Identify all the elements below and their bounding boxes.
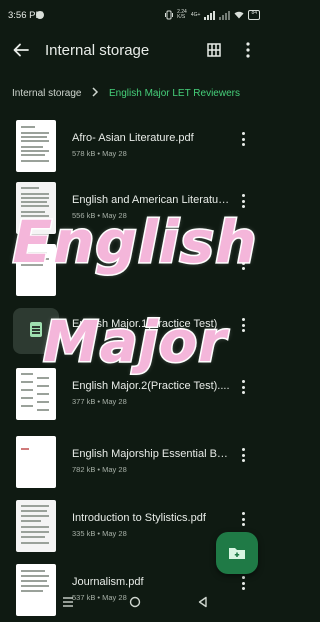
pdf-thumbnail	[16, 182, 56, 234]
status-icons: 2.24 K/S 4G+ 84	[165, 9, 260, 21]
file-meta: 335 kB • May 28	[72, 529, 127, 538]
file-name: English Major.1(Practice Test)	[72, 318, 218, 330]
file-name: English and American Literatur...	[72, 194, 230, 206]
page-title: Internal storage	[45, 42, 150, 59]
back-triangle-icon[interactable]	[197, 596, 209, 608]
notification-icon	[36, 11, 44, 19]
create-folder-icon	[229, 548, 245, 559]
signal-icon-2	[219, 10, 231, 20]
pdf-thumbnail	[16, 244, 56, 296]
more-vert-icon[interactable]	[240, 132, 246, 148]
file-row[interactable]: English Major.2(Practice Test).... 377 k…	[0, 364, 270, 426]
create-folder-button[interactable]	[216, 532, 258, 574]
pdf-thumbnail	[16, 500, 56, 552]
file-name: English Major.2(Practice Test)....	[72, 380, 230, 392]
pdf-thumbnail	[16, 436, 56, 488]
file-row[interactable]: English and American Literatur... 556 kB…	[0, 178, 270, 240]
grid-view-icon[interactable]	[207, 43, 221, 57]
file-row[interactable]: Afro- Asian Literature.pdf 578 kB • May …	[0, 116, 270, 178]
file-name: Afro- Asian Literature.pdf	[72, 132, 194, 144]
more-vert-icon[interactable]	[240, 448, 246, 464]
breadcrumb: Internal storage English Major LET Revie…	[12, 82, 262, 104]
more-vert-icon[interactable]	[245, 42, 251, 58]
file-name: Introduction to Stylistics.pdf	[72, 512, 206, 524]
pdf-thumbnail	[16, 120, 56, 172]
file-meta: 578 kB • May 28	[72, 149, 127, 158]
pdf-thumbnail	[16, 368, 56, 420]
file-row[interactable]	[0, 240, 270, 302]
arrow-left-icon[interactable]	[12, 41, 30, 59]
app-bar: Internal storage	[0, 28, 270, 72]
breadcrumb-root[interactable]: Internal storage	[12, 88, 82, 99]
file-row[interactable]: English Major.1(Practice Test)	[0, 302, 270, 364]
system-nav-bar	[0, 588, 270, 616]
home-icon[interactable]	[129, 596, 141, 608]
breadcrumb-current[interactable]: English Major LET Reviewers	[109, 88, 240, 99]
wifi-icon	[234, 11, 244, 19]
recents-icon[interactable]	[62, 596, 74, 608]
vibrate-icon	[165, 10, 174, 20]
file-meta: 556 kB • May 28	[72, 211, 127, 220]
signal-icon	[204, 10, 216, 20]
more-vert-icon[interactable]	[240, 512, 246, 528]
file-name: English Majorship Essential Bul...	[72, 448, 230, 460]
more-vert-icon[interactable]	[240, 380, 246, 396]
status-bar: 3:56 PM 2.24 K/S 4G+ 84	[0, 0, 270, 28]
net-speed-unit: K/S	[177, 14, 186, 20]
file-meta: 782 kB • May 28	[72, 465, 127, 474]
more-vert-icon[interactable]	[240, 194, 246, 210]
more-vert-icon[interactable]	[240, 256, 246, 272]
file-meta: 377 kB • May 28	[72, 397, 127, 406]
chevron-right-icon	[92, 87, 99, 97]
battery-icon: 84	[248, 10, 260, 20]
network-type: 4G+	[190, 11, 201, 18]
file-name: Journalism.pdf	[72, 576, 144, 588]
file-row[interactable]: English Majorship Essential Bul... 782 k…	[0, 432, 270, 494]
document-icon	[13, 308, 59, 354]
more-vert-icon[interactable]	[240, 318, 246, 334]
